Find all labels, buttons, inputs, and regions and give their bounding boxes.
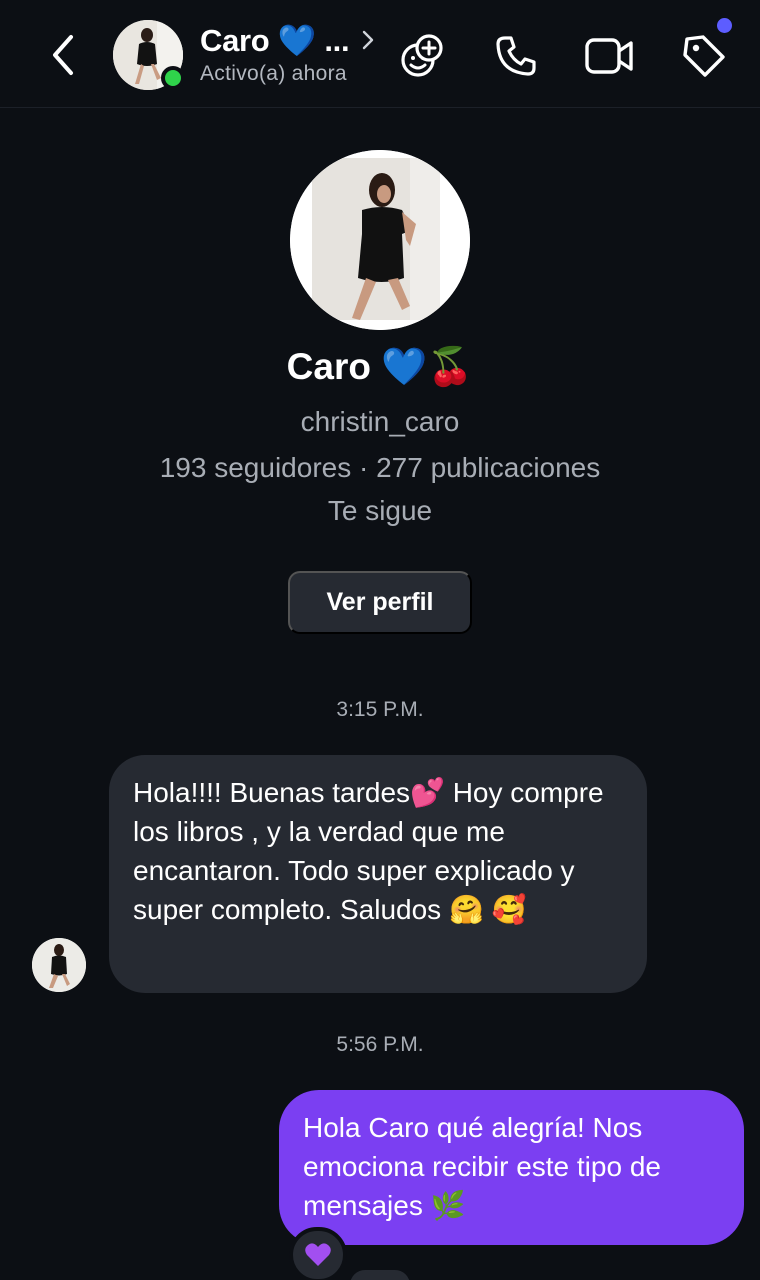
outgoing-message-bubble[interactable]: Hola Caro qué alegría! Nos emociona reci… [279,1090,744,1245]
profile-stats: 193 seguidores · 277 publicaciones [159,452,601,483]
back-arrow-icon [53,35,73,75]
message-reaction[interactable] [289,1227,347,1280]
sender-photo [32,938,86,992]
message-timestamp: 5:56 P.M. [336,1033,424,1056]
contact-name: Caro 💙 ... [200,22,350,58]
reaction-indicator [350,1270,410,1280]
chevron-right-icon [363,30,374,50]
dm-conversation-screen: Caro 💙 ... Activo(a) ahora Caro 💙🍒 chris… [0,0,760,1280]
contact-name-row[interactable]: Caro 💙 ... [200,20,375,60]
notification-dot [717,18,732,33]
online-status-indicator [161,66,185,90]
profile-name: Caro 💙🍒 [286,346,474,387]
purple-heart-icon [305,1243,331,1266]
tag-button[interactable] [676,28,732,84]
sender-avatar[interactable] [32,938,86,992]
phone-icon [496,36,536,76]
profile-username: christin_caro [300,406,460,437]
contact-active-status: Activo(a) ahora [200,62,347,85]
message-text: Hola!!!! Buenas tardes💕 Hoy compre los l… [133,777,604,925]
profile-avatar[interactable] [290,150,470,330]
chat-header: Caro 💙 ... Activo(a) ahora [0,0,760,108]
incoming-message-bubble[interactable]: Hola!!!! Buenas tardes💕 Hoy compre los l… [109,755,647,993]
message-text: Hola Caro qué alegría! Nos emociona reci… [303,1112,661,1221]
video-camera-icon [585,38,633,74]
message-timestamp: 3:15 P.M. [336,698,424,721]
add-people-icon [401,34,443,77]
view-profile-button[interactable]: Ver perfil [288,571,472,634]
audio-call-button[interactable] [488,28,544,84]
profile-photo [290,150,470,330]
back-button[interactable] [40,30,86,80]
follows-you-label: Te sigue [327,495,433,526]
video-call-button[interactable] [581,28,637,84]
add-people-button[interactable] [394,28,450,84]
tag-icon [683,35,725,77]
